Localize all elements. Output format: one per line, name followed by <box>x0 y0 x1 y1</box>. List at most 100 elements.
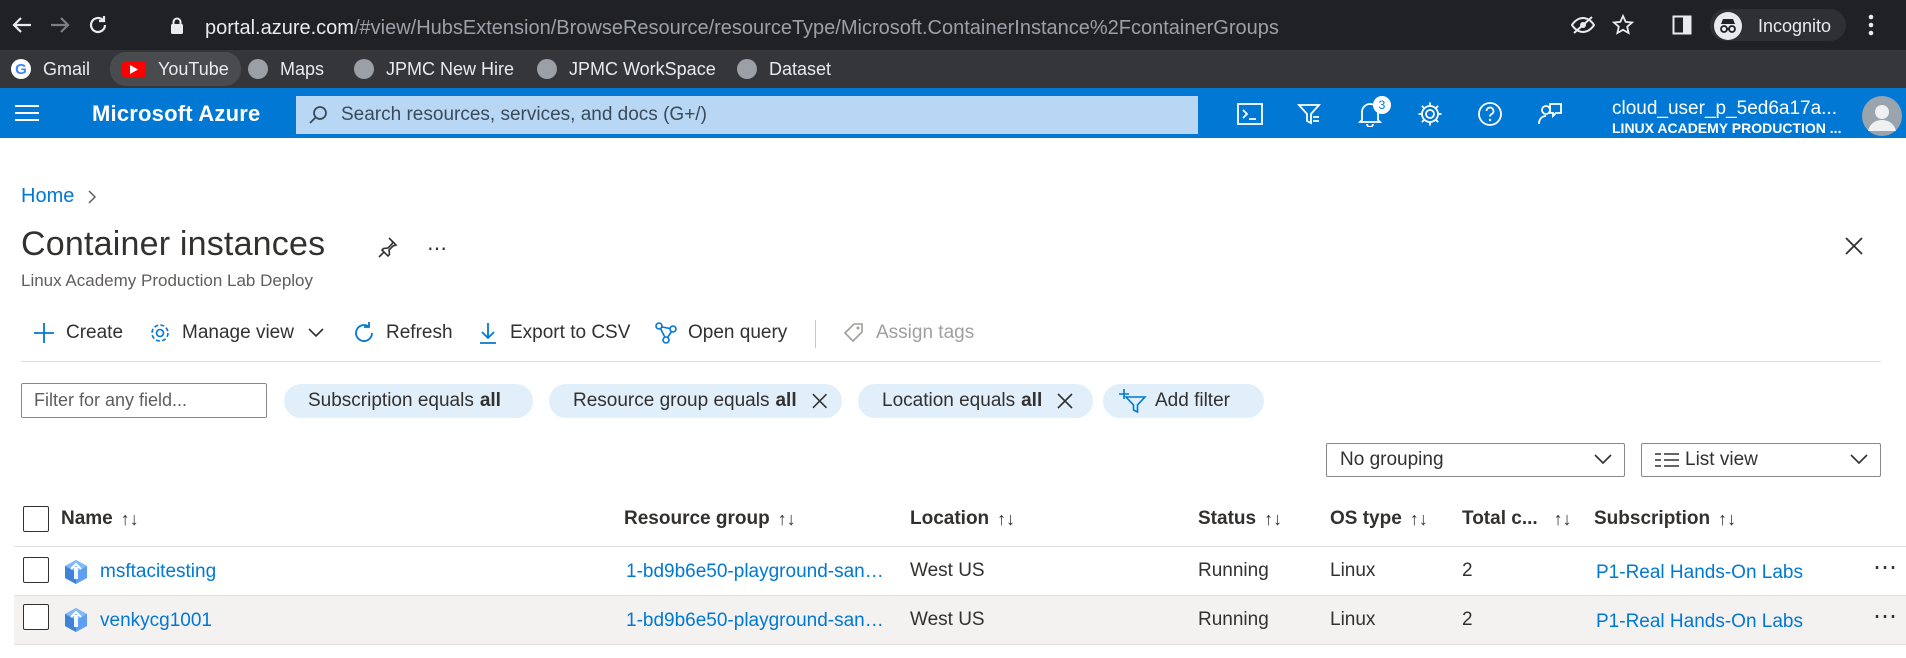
create-button[interactable]: Create <box>32 320 123 346</box>
incognito-label: Incognito <box>1758 16 1832 36</box>
column-label: Subscription <box>1594 508 1711 529</box>
directory-filter-icon[interactable] <box>1295 100 1323 128</box>
url-text[interactable]: portal.azure.com/#view/HubsExtension/Bro… <box>205 17 1279 40</box>
sort-icon: ↑↓ <box>1264 508 1283 529</box>
column-label: OS type <box>1330 508 1402 529</box>
total-containers-cell: 2 <box>1462 560 1473 581</box>
column-header-location[interactable]: Location ↑↓ <box>910 508 1015 530</box>
bookmark-youtube[interactable]: YouTube <box>110 52 241 86</box>
filter-label: Location equals <box>882 390 1016 411</box>
reload-icon[interactable] <box>86 13 110 37</box>
location-cell: West US <box>910 609 985 630</box>
breadcrumb-home[interactable]: Home <box>21 185 74 208</box>
cloud-shell-icon[interactable] <box>1236 100 1264 128</box>
column-header-name[interactable]: Name ↑↓ <box>61 508 139 530</box>
add-filter-button[interactable]: Add filter <box>1103 384 1264 418</box>
filter-label: Resource group equals <box>573 390 770 411</box>
avatar[interactable] <box>1862 96 1902 136</box>
bookmark-maps[interactable]: Maps <box>248 52 324 86</box>
filter-text-field[interactable] <box>22 384 266 417</box>
download-icon <box>480 323 496 344</box>
sort-ascending-icon: ↑↓ <box>120 508 139 529</box>
plus-icon <box>34 323 54 343</box>
bookmark-jpmc-workspace[interactable]: JPMC WorkSpace <box>537 52 716 86</box>
notification-count-badge: 3 <box>1373 96 1391 114</box>
add-filter-label: Add filter <box>1155 390 1230 411</box>
row-more-actions-icon[interactable]: ⋯ <box>1873 602 1898 631</box>
subscription-link[interactable]: P1-Real Hands-On Labs <box>1596 562 1803 584</box>
eye-slash-icon[interactable] <box>1571 15 1595 35</box>
back-arrow-icon[interactable] <box>10 13 34 37</box>
column-header-os-type[interactable]: OS type ↑↓ <box>1330 508 1428 530</box>
manage-view-label: Manage view <box>182 322 294 343</box>
select-all-checkbox[interactable] <box>23 506 49 532</box>
bookmark-label: Gmail <box>43 58 91 79</box>
column-header-subscription[interactable]: Subscription ↑↓ <box>1594 508 1736 530</box>
column-header-resource-group[interactable]: Resource group ↑↓ <box>624 508 796 530</box>
grouping-dropdown[interactable]: No grouping <box>1326 443 1625 477</box>
sort-icon: ↑↓ <box>1553 508 1572 529</box>
bookmark-jpmc-new-hire[interactable]: JPMC New Hire <box>354 52 514 86</box>
row-checkbox[interactable] <box>23 604 49 630</box>
more-options-icon[interactable]: ⋯ <box>427 236 447 261</box>
add-filter-icon <box>1119 389 1147 413</box>
bookmark-dataset[interactable]: Dataset <box>737 52 831 86</box>
resource-name-link[interactable]: venkycg1001 <box>100 610 212 632</box>
grouping-value: No grouping <box>1340 449 1444 470</box>
status-cell: Running <box>1198 609 1269 630</box>
remove-filter-icon[interactable] <box>1056 392 1074 410</box>
subscription-filter-pill[interactable]: Subscription equals all <box>284 384 533 418</box>
resource-group-filter-pill[interactable]: Resource group equals all <box>549 384 842 418</box>
help-question-icon[interactable] <box>1476 100 1504 128</box>
feedback-icon[interactable] <box>1536 100 1564 128</box>
assign-tags-button[interactable]: Assign tags <box>842 320 974 346</box>
chevron-down-icon <box>1850 454 1868 465</box>
forward-arrow-icon[interactable] <box>48 13 72 37</box>
sort-icon: ↑↓ <box>1409 508 1428 529</box>
lock-icon[interactable] <box>170 17 184 35</box>
column-header-status[interactable]: Status ↑↓ <box>1198 508 1282 530</box>
os-type-cell: Linux <box>1330 609 1376 630</box>
row-more-actions-icon[interactable]: ⋯ <box>1873 553 1898 582</box>
sort-icon: ↑↓ <box>997 508 1016 529</box>
filter-value: all <box>1021 390 1043 411</box>
refresh-button[interactable]: Refresh <box>352 320 453 346</box>
query-graph-icon <box>655 322 677 344</box>
resource-group-link[interactable]: 1-bd9b6e50-playground-san… <box>626 610 884 632</box>
remove-filter-icon[interactable] <box>811 392 828 410</box>
location-filter-pill[interactable]: Location equals all <box>858 384 1093 418</box>
browser-menu-icon[interactable] <box>1868 14 1874 36</box>
manage-view-button[interactable]: Manage view <box>148 320 324 346</box>
bookmark-gmail[interactable]: G Gmail <box>11 52 90 86</box>
close-icon[interactable] <box>1844 236 1864 256</box>
export-csv-button[interactable]: Export to CSV <box>476 320 630 346</box>
column-label: Status <box>1198 508 1257 529</box>
hamburger-menu-icon[interactable] <box>15 104 39 122</box>
search-placeholder: Search resources, services, and docs (G+… <box>341 104 707 125</box>
row-checkbox[interactable] <box>23 557 49 583</box>
azure-brand-title[interactable]: Microsoft Azure <box>92 101 260 127</box>
page-title: Container instances <box>21 225 326 263</box>
account-username[interactable]: cloud_user_p_5ed6a17a... <box>1612 98 1837 120</box>
container-instance-icon <box>62 558 90 586</box>
view-dropdown[interactable]: List view <box>1641 443 1881 477</box>
pin-icon[interactable] <box>376 236 398 258</box>
chevron-right-icon <box>88 190 96 204</box>
google-icon: G <box>11 59 31 79</box>
bookmark-star-icon[interactable] <box>1612 14 1634 36</box>
side-panel-icon[interactable] <box>1672 15 1692 35</box>
os-type-cell: Linux <box>1330 560 1376 581</box>
column-label: Resource group <box>624 508 770 529</box>
subscription-link[interactable]: P1-Real Hands-On Labs <box>1596 611 1803 633</box>
filter-input[interactable] <box>21 383 267 418</box>
settings-gear-icon[interactable] <box>1416 100 1444 128</box>
resource-name-link[interactable]: msftacitesting <box>100 561 216 583</box>
export-csv-label: Export to CSV <box>510 322 631 343</box>
column-header-total-containers[interactable]: Total c... ↑↓ <box>1462 508 1572 530</box>
resource-group-link[interactable]: 1-bd9b6e50-playground-san… <box>626 561 884 583</box>
account-tenant[interactable]: LINUX ACADEMY PRODUCTION ... <box>1612 120 1841 136</box>
open-query-button[interactable]: Open query <box>654 320 787 346</box>
globe-icon <box>537 59 557 79</box>
total-containers-cell: 2 <box>1462 609 1473 630</box>
row-divider <box>14 644 1906 645</box>
